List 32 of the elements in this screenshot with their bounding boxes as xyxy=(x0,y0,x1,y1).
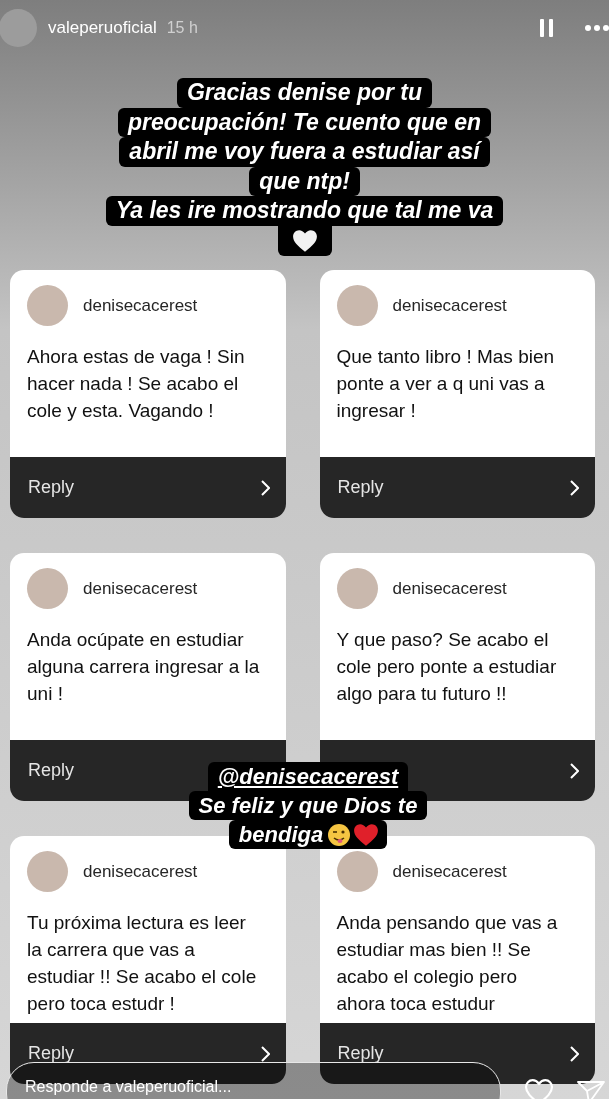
username: denisecacerest xyxy=(83,577,198,600)
question-text: Anda pensando que vas a estudiar mas bien !! Se acabo el colegio pero ahora toca estudur xyxy=(336,911,559,1016)
avatar xyxy=(336,851,378,892)
avatar xyxy=(336,568,378,609)
pause-icon[interactable] xyxy=(540,19,553,37)
question-text: Ahora estas de vaga ! Sin hacer nada ! Se acabo el cole y esta. Vagando ! xyxy=(27,345,246,423)
sticker-text: Se feliz y que Dios te xyxy=(188,791,428,820)
question-text: Anda ocúpate en estudiar alguna carrera ingresar a la uni ! xyxy=(27,628,261,706)
mention-link[interactable]: @denisecacerest xyxy=(207,762,409,791)
question-text: Que tanto libro ! Mas bien ponte a ver a q uni vas a ingresar ! xyxy=(336,345,556,423)
username: denisecacerest xyxy=(392,294,507,317)
username: denisecacerest xyxy=(392,860,507,883)
question-text: Tu próxima lectura es leer la carrera que vas a estudiar !! Se acabo el cole pero toca estudr ! xyxy=(27,911,258,1016)
avatar xyxy=(336,285,378,326)
more-icon[interactable] xyxy=(585,25,609,31)
heart-icon[interactable] xyxy=(524,1079,554,1099)
username: denisecacerest xyxy=(83,860,198,883)
question-text: Y que paso? Se acabo el cole pero ponte a estudiar algo para tu futuro !! xyxy=(336,628,558,706)
heart-icon xyxy=(291,228,318,253)
avatar xyxy=(27,568,68,609)
post-time: 15 h xyxy=(166,18,198,38)
winking-face-icon xyxy=(327,822,352,847)
reply-button[interactable]: Reply xyxy=(337,474,384,501)
reply-button[interactable]: Reply xyxy=(28,757,75,784)
heart-icon xyxy=(353,822,380,847)
username[interactable]: valeperuoficial xyxy=(48,15,157,41)
avatar xyxy=(27,285,68,326)
reply-button[interactable]: Reply xyxy=(28,474,75,501)
username: denisecacerest xyxy=(392,577,507,600)
avatar xyxy=(27,851,68,892)
username: denisecacerest xyxy=(83,294,198,317)
send-icon[interactable] xyxy=(576,1079,606,1099)
